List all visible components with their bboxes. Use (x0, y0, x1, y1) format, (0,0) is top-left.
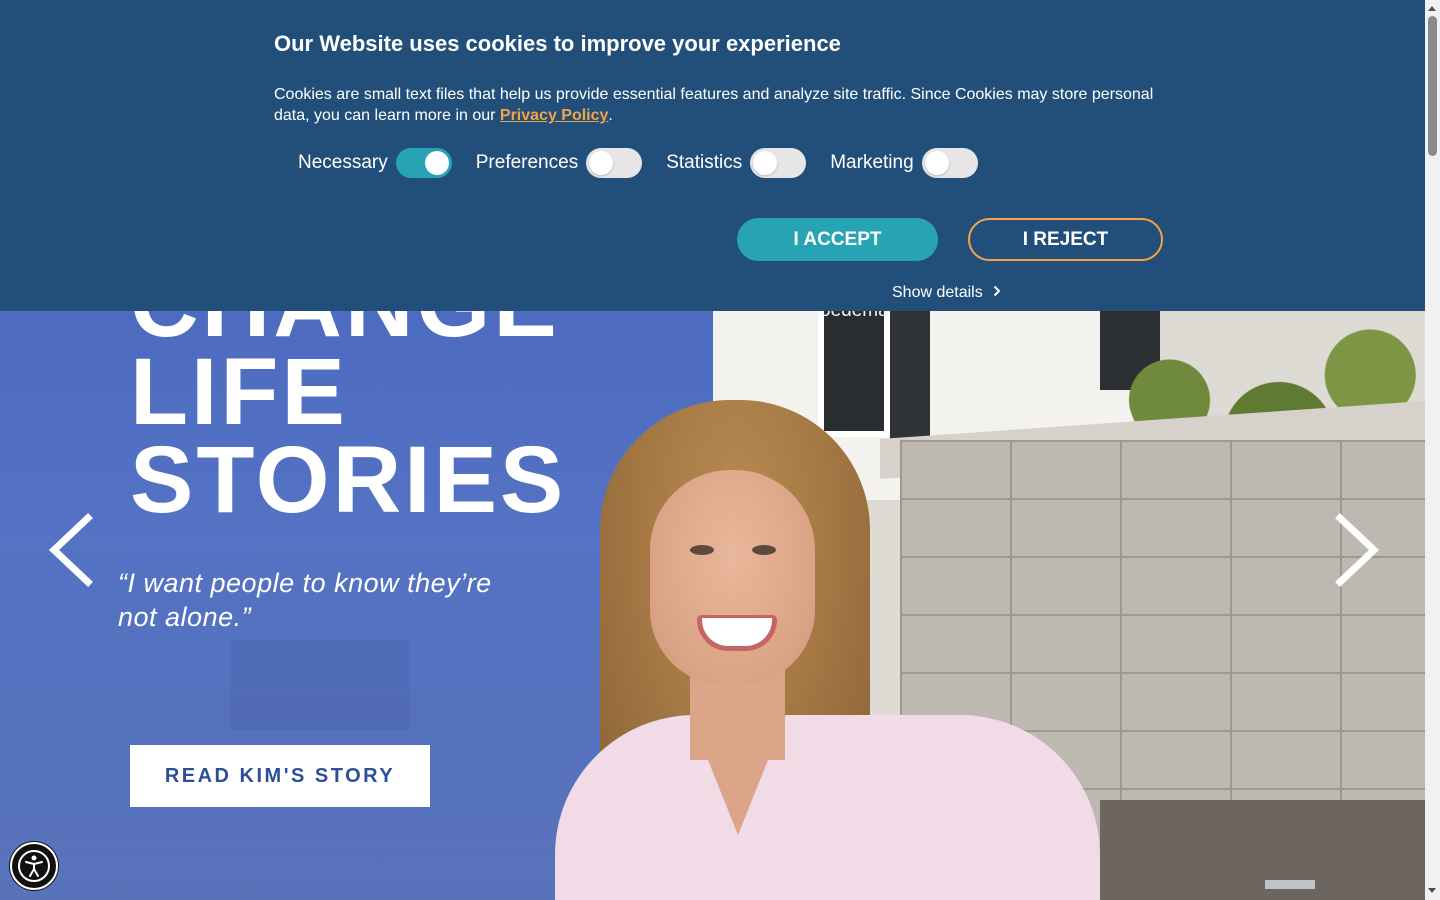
read-story-button[interactable]: READ KIM'S STORY (130, 745, 430, 807)
switch-knob (424, 151, 449, 175)
toggle-statistics: Statistics (666, 148, 807, 178)
cookie-text-end: . (608, 107, 613, 124)
switch-knob (924, 151, 949, 175)
toggle-label: Preferences (475, 152, 579, 173)
show-details-link[interactable]: Show details (892, 284, 1001, 302)
photo-ground (1100, 800, 1425, 900)
previous-slide-button[interactable] (44, 510, 104, 590)
photo-person-eye (690, 545, 714, 555)
slide-indicator[interactable] (1265, 880, 1315, 889)
toggle-label: Marketing (830, 152, 914, 173)
accessibility-icon (18, 850, 50, 882)
privacy-policy-link[interactable]: Privacy Policy (500, 107, 609, 124)
photo-person-shirt (555, 715, 1100, 900)
cookie-category-toggles: Necessary Preferences Statistics Marketi… (298, 148, 1002, 178)
chevron-right-icon (993, 284, 1001, 302)
switch-knob (753, 151, 778, 175)
cookie-banner-text: Cookies are small text files that help u… (274, 84, 1164, 126)
page-scrollbar[interactable] (1425, 0, 1440, 900)
scroll-up-arrow-icon[interactable] (1428, 6, 1436, 11)
hero-quote: “I want people to know they’re not alone… (118, 568, 492, 632)
scroll-thumb[interactable] (1428, 16, 1437, 156)
photo-person-eye (752, 545, 776, 555)
necessary-switch[interactable] (395, 148, 452, 178)
show-details-label: Show details (892, 284, 983, 301)
chevron-right-icon (1335, 513, 1380, 587)
chevron-left-icon (48, 513, 93, 587)
cookie-banner-title: Our Website uses cookies to improve your… (274, 31, 841, 56)
toggle-preferences: Preferences (475, 148, 643, 178)
toggle-necessary: Necessary (298, 148, 452, 178)
toggle-label: Necessary (298, 152, 388, 173)
photo-person-face (650, 470, 815, 685)
toggle-label: Statistics (666, 152, 743, 173)
hero-panel-shade (230, 640, 410, 730)
switch-knob (589, 151, 614, 175)
cookie-banner: Our Website uses cookies to improve your… (0, 0, 1425, 311)
cookie-text-body: Cookies are small text files that help u… (274, 86, 1154, 124)
next-slide-button[interactable] (1328, 510, 1388, 590)
accessibility-button[interactable] (10, 842, 58, 890)
marketing-switch[interactable] (921, 148, 978, 178)
statistics-switch[interactable] (750, 148, 807, 178)
toggle-marketing: Marketing (830, 148, 978, 178)
photo-person-neckline (690, 715, 786, 835)
accept-cookies-button[interactable]: I ACCEPT (737, 218, 938, 261)
reject-cookies-button[interactable]: I REJECT (968, 218, 1163, 261)
scroll-down-arrow-icon[interactable] (1428, 888, 1436, 893)
photo-window (890, 300, 930, 450)
preferences-switch[interactable] (586, 148, 643, 178)
